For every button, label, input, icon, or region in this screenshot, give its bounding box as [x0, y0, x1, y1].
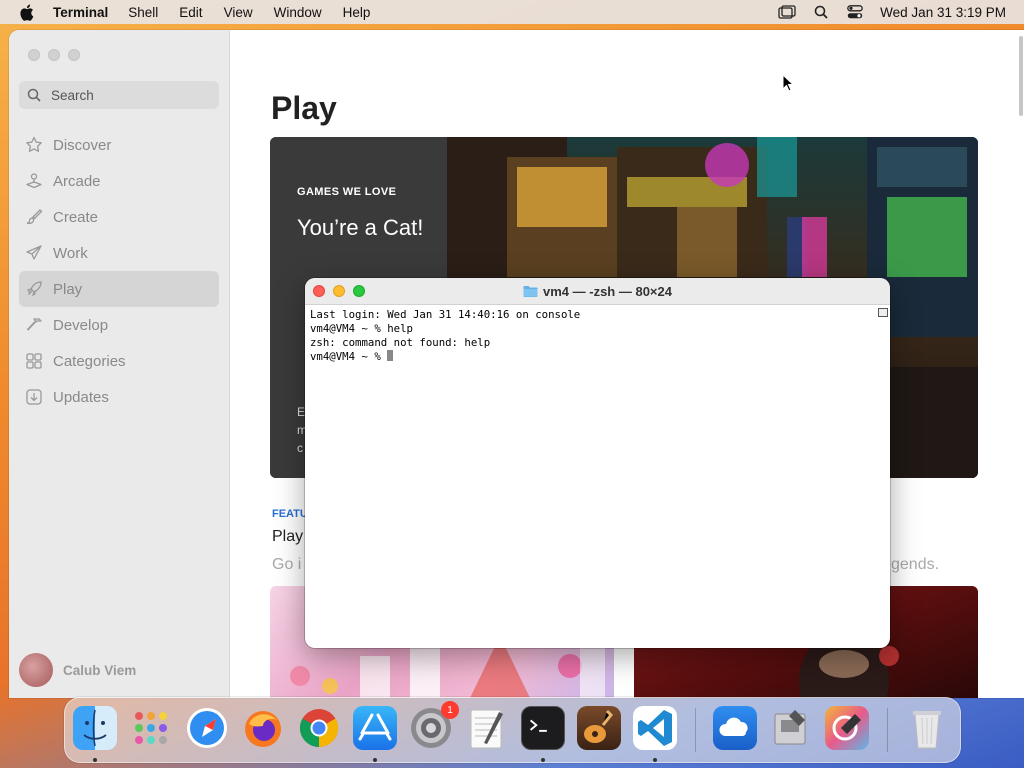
search-placeholder: Search	[51, 87, 94, 103]
minimize-button[interactable]	[333, 285, 345, 297]
terminal-prompt-line: vm4@VM4 ~ %	[310, 350, 870, 364]
utility-icon[interactable]	[769, 706, 813, 750]
color-picker-icon[interactable]	[825, 706, 869, 750]
sidebar-nav: Discover Arcade Create Work Play Develop	[19, 127, 219, 415]
scroll-marker-icon[interactable]	[878, 308, 888, 317]
sidebar-item-play[interactable]: Play	[19, 271, 219, 307]
running-indicator	[93, 758, 97, 762]
terminal-prompt: vm4@VM4 ~ %	[310, 350, 388, 363]
user-name: Calub Viem	[63, 662, 137, 678]
page-title: Play	[271, 90, 337, 126]
zoom-button[interactable]	[68, 49, 80, 61]
sidebar-item-updates[interactable]: Updates	[19, 379, 219, 415]
menu-bar-clock[interactable]: Wed Jan 31 3:19 PM	[880, 5, 1006, 20]
zoom-button[interactable]	[353, 285, 365, 297]
menu-shell[interactable]: Shell	[128, 5, 158, 20]
trash-icon[interactable]	[905, 706, 949, 750]
download-icon	[25, 388, 43, 406]
control-center-icon[interactable]	[846, 5, 864, 19]
menu-bar: Terminal Shell Edit View Window Help Wed…	[0, 0, 1024, 24]
rocket-icon	[25, 280, 43, 298]
sidebar-item-discover[interactable]: Discover	[19, 127, 219, 163]
launchpad-icon[interactable]	[129, 706, 173, 750]
terminal-title-text: vm4 — -zsh — 80×24	[543, 283, 672, 299]
terminal-line: zsh: command not found: help	[310, 336, 491, 349]
search-field[interactable]: Search	[19, 81, 219, 109]
search-icon	[27, 88, 41, 102]
garageband-icon[interactable]	[577, 706, 621, 750]
folder-icon	[523, 286, 538, 297]
sidebar-item-label: Updates	[53, 388, 109, 406]
app-store-icon[interactable]	[353, 706, 397, 750]
app-name-menu[interactable]: Terminal	[53, 5, 108, 20]
window-controls	[313, 285, 365, 297]
icloud-icon[interactable]	[713, 706, 757, 750]
sidebar-item-label: Work	[53, 244, 88, 262]
textedit-icon[interactable]	[465, 706, 509, 750]
notification-badge: 1	[441, 701, 459, 719]
scrollbar-thumb[interactable]	[1019, 36, 1023, 116]
featured-subtitle-end: gends.	[891, 556, 940, 573]
vscode-icon[interactable]	[633, 706, 677, 750]
minimize-button[interactable]	[48, 49, 60, 61]
sidebar-item-label: Arcade	[53, 172, 101, 190]
menu-view[interactable]: View	[224, 5, 253, 20]
terminal-line: Last login: Wed Jan 31 14:40:16 on conso…	[310, 308, 581, 321]
close-button[interactable]	[28, 49, 40, 61]
chrome-icon[interactable]	[297, 706, 341, 750]
sidebar-item-label: Create	[53, 208, 99, 226]
grid-icon	[25, 352, 43, 370]
paper-plane-icon	[25, 244, 43, 262]
terminal-line: vm4@VM4 ~ % help	[310, 322, 413, 335]
sidebar-item-arcade[interactable]: Arcade	[19, 163, 219, 199]
sidebar-item-work[interactable]: Work	[19, 235, 219, 271]
close-button[interactable]	[313, 285, 325, 297]
system-settings-icon[interactable]: 1	[409, 701, 459, 750]
joystick-icon	[25, 172, 43, 190]
safari-icon[interactable]	[185, 706, 229, 750]
featured-eyebrow: FEATU	[272, 508, 308, 520]
mouse-pointer-icon	[782, 74, 794, 92]
firefox-icon[interactable]	[241, 706, 285, 750]
dock-separator	[887, 708, 888, 752]
star-icon	[25, 136, 43, 154]
content-scrollbar[interactable]	[1016, 30, 1024, 698]
finder-icon[interactable]	[73, 706, 117, 750]
sidebar-item-label: Develop	[53, 316, 109, 334]
running-indicator	[653, 758, 657, 762]
terminal-title: vm4 — -zsh — 80×24	[523, 284, 672, 299]
running-indicator	[373, 758, 377, 762]
featured-subtitle: Go i	[272, 556, 302, 573]
menu-help[interactable]: Help	[343, 5, 371, 20]
dock-separator	[695, 708, 696, 752]
app-store-sidebar: Search Discover Arcade Create Work Play	[9, 30, 230, 698]
apple-menu-icon[interactable]	[19, 4, 35, 21]
terminal-scrollbar[interactable]	[875, 306, 890, 648]
hero-headline: You’re a Cat!	[297, 215, 424, 240]
running-indicator	[541, 758, 545, 762]
hammer-icon	[25, 316, 43, 334]
user-account[interactable]: Calub Viem	[19, 653, 136, 687]
window-controls	[28, 49, 80, 61]
hero-eyebrow: GAMES WE LOVE	[297, 186, 397, 198]
sidebar-item-label: Play	[53, 280, 83, 298]
featured-title: Play	[272, 528, 304, 545]
menu-window[interactable]: Window	[274, 5, 322, 20]
menu-edit[interactable]: Edit	[179, 5, 202, 20]
spotlight-search-icon[interactable]	[812, 5, 830, 19]
terminal-titlebar[interactable]: vm4 — -zsh — 80×24	[305, 278, 890, 305]
dock: 1	[64, 697, 961, 763]
sidebar-item-develop[interactable]: Develop	[19, 307, 219, 343]
sidebar-item-categories[interactable]: Categories	[19, 343, 219, 379]
sidebar-item-label: Categories	[53, 352, 126, 370]
screen-mirroring-icon[interactable]	[778, 5, 796, 19]
terminal-icon[interactable]	[521, 706, 565, 750]
sidebar-item-label: Discover	[53, 136, 112, 154]
terminal-output[interactable]: Last login: Wed Jan 31 14:40:16 on conso…	[305, 306, 875, 648]
avatar	[19, 653, 53, 687]
sidebar-item-create[interactable]: Create	[19, 199, 219, 235]
terminal-window: vm4 — -zsh — 80×24 Last login: Wed Jan 3…	[305, 278, 890, 648]
text-cursor	[387, 350, 394, 361]
brush-icon	[25, 208, 43, 226]
